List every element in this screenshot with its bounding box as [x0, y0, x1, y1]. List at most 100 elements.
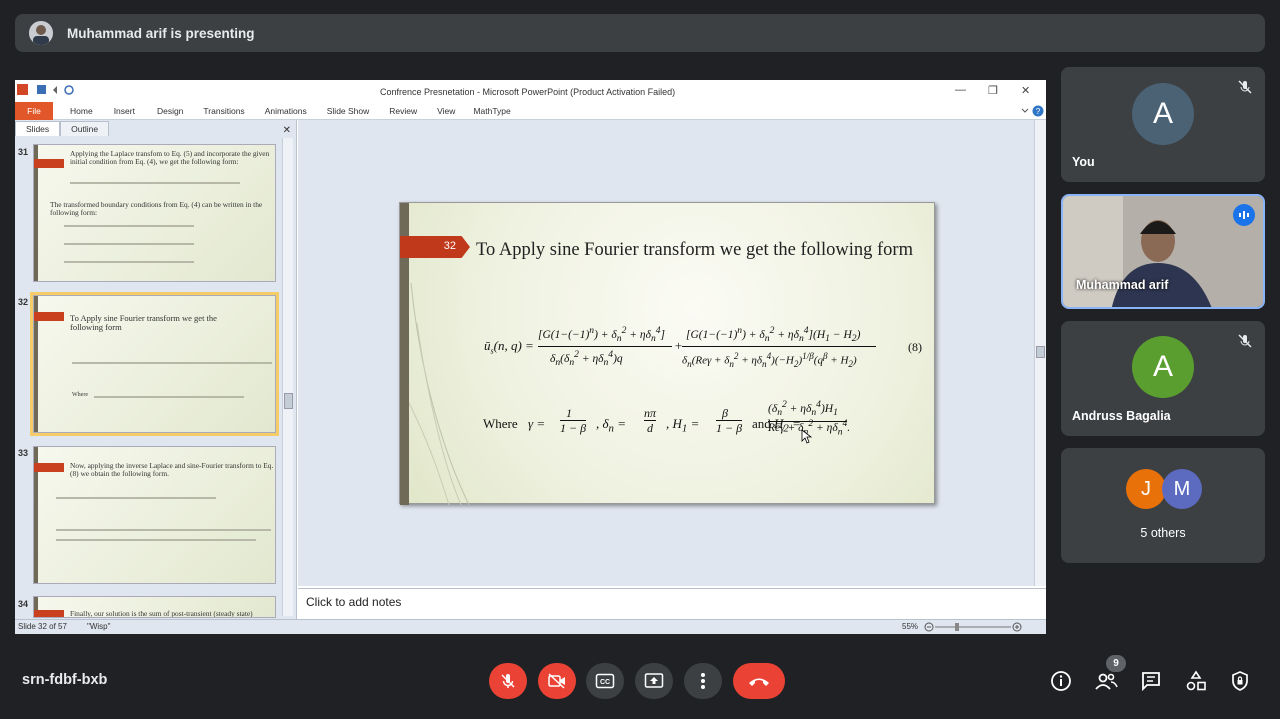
participant-tile-you[interactable]: A You [1061, 67, 1265, 182]
info-icon [1051, 671, 1071, 691]
chat-button[interactable] [1138, 668, 1164, 694]
help-icon[interactable]: ? [1020, 105, 1044, 117]
gamma-def: γ = [528, 416, 546, 431]
activities-icon [1186, 670, 1206, 691]
shield-lock-icon [1232, 671, 1248, 691]
host-controls-button[interactable] [1227, 668, 1253, 694]
meeting-details-button[interactable] [1048, 668, 1074, 694]
slide-thumbnail-33[interactable]: Now, applying the inverse Laplace and si… [33, 446, 276, 584]
shared-screen[interactable]: Confrence Presnetation - Microsoft Power… [15, 80, 1046, 634]
ppt-titlebar: Confrence Presnetation - Microsoft Power… [15, 80, 1046, 102]
slide-number: 32 [18, 297, 29, 307]
participant-tile-andruss[interactable]: A Andruss Bagalia [1061, 321, 1265, 436]
status-theme: "Wisp" [87, 622, 111, 631]
hang-up-icon [749, 678, 769, 686]
close-pane-icon[interactable]: ✕ [283, 125, 291, 136]
slide-decoration [409, 283, 470, 505]
thumb-text: Finally, our solution is the sum of post… [70, 609, 253, 618]
avatar: J [1126, 469, 1166, 509]
slide-thumbnail-31[interactable]: Applying the Laplace transfom to Eq. (5)… [33, 144, 276, 282]
tab-file[interactable]: File [15, 101, 53, 120]
close-icon[interactable]: ✕ [1021, 84, 1030, 97]
present-screen-icon [644, 673, 664, 688]
tab-view[interactable]: View [437, 106, 455, 116]
avatar: A [1132, 336, 1194, 398]
participant-name: Muhammad arif [1076, 278, 1169, 292]
thumb-text: Where [72, 392, 88, 398]
thumb-text: Applying the Laplace transfom to Eq. (5)… [70, 149, 270, 167]
equation-denominator-2: δn(Reγ + δn2 + ηδn4)(−H2)1/β(qβ + H2) [682, 351, 857, 369]
participant-tile-others[interactable]: J M 5 others [1061, 448, 1265, 563]
slide-title: To Apply sine Fourier transform we get t… [476, 240, 913, 260]
participant-tile-muhammad-arif[interactable]: Muhammad arif [1061, 194, 1265, 309]
minimize-icon[interactable]: — [955, 84, 966, 96]
avatar: A [1132, 83, 1194, 145]
equation-numerator-1: [G(1−(−1)n) + δn2 + ηδn4] [538, 325, 666, 345]
gamma-fraction: 11 − β [560, 406, 587, 435]
equation-lhs: ūs(n, q) = [484, 338, 534, 356]
captions-icon: CC [595, 673, 615, 689]
speaking-indicator-icon [1233, 204, 1255, 226]
editor-scrollbar[interactable] [1034, 120, 1046, 586]
camera-off-icon [548, 673, 565, 689]
captions-button[interactable]: CC [586, 663, 624, 699]
window-title: Confrence Presnetation - Microsoft Power… [380, 87, 676, 97]
tab-animations[interactable]: Animations [265, 106, 307, 116]
thumb-text: To Apply sine Fourier transform we get t… [70, 313, 217, 333]
people-count-badge: 9 [1106, 655, 1126, 672]
camera-toggle-button[interactable] [538, 663, 576, 699]
tab-insert[interactable]: Insert [114, 106, 135, 116]
status-bar: Slide 32 of 57 "Wisp" 55% [15, 619, 1046, 634]
tab-design[interactable]: Design [157, 106, 183, 116]
fraction-bar [682, 346, 876, 347]
quick-access-icon[interactable] [17, 84, 77, 96]
avatar: M [1162, 469, 1202, 509]
tab-slides[interactable]: Slides [15, 121, 61, 136]
tab-slide-show[interactable]: Slide Show [327, 106, 370, 116]
zoom-slider[interactable] [923, 622, 1023, 632]
equation-number: (8) [908, 340, 922, 354]
presenting-banner: Muhammad arif is presenting [15, 14, 1265, 52]
restore-icon[interactable]: ❐ [988, 84, 998, 97]
svg-text:?: ? [1036, 107, 1041, 116]
slide-number-flag: 32 [400, 236, 470, 258]
activities-button[interactable] [1183, 668, 1209, 694]
fraction-bar [538, 346, 672, 347]
notes-pane[interactable]: Click to add notes [298, 588, 1046, 618]
pane-scrollbar[interactable] [282, 138, 293, 616]
slide-number: 34 [18, 599, 29, 609]
meeting-code: srn-fdbf-bxb [22, 672, 108, 688]
svg-text:CC: CC [600, 679, 610, 686]
notes-placeholder: Click to add notes [306, 595, 402, 609]
tab-home[interactable]: Home [70, 106, 93, 116]
mic-off-icon [1238, 80, 1252, 94]
mic-off-icon [501, 674, 515, 688]
slide-number: 33 [18, 448, 29, 458]
tab-mathtype[interactable]: MathType [473, 106, 510, 116]
equation-denominator-1: δn(δn2 + ηδn4)q [550, 349, 623, 369]
slide-thumbnail-34[interactable]: Finally, our solution is the sum of post… [33, 596, 276, 618]
delta-def: , δn = [596, 416, 626, 435]
thumb-text: The transformed boundary conditions from… [50, 200, 263, 218]
slide-thumbnail-32[interactable]: To Apply sine Fourier transform we get t… [30, 292, 279, 436]
equation-numerator-2: [G(1−(−1)n) + δn2 + ηδn4](H1 − H2) [686, 325, 861, 345]
people-icon [1095, 673, 1118, 690]
thumb-text: Now, applying the inverse Laplace and si… [70, 461, 274, 479]
slide-number-label: 32 [443, 240, 456, 252]
presenter-avatar [29, 21, 53, 45]
tab-transitions[interactable]: Transitions [203, 106, 244, 116]
delta-fraction: nπ d [644, 406, 657, 435]
tab-outline[interactable]: Outline [60, 121, 110, 136]
leave-call-button[interactable] [733, 663, 785, 699]
more-vert-icon [701, 673, 705, 689]
more-options-button[interactable] [684, 663, 722, 699]
mic-off-icon [1238, 334, 1252, 348]
mic-toggle-button[interactable] [489, 663, 527, 699]
presenting-text: Muhammad arif is presenting [67, 25, 255, 41]
zoom-level: 55% [902, 622, 919, 631]
h1-def: , H1 = [666, 416, 700, 435]
present-button[interactable] [635, 663, 673, 699]
current-slide[interactable]: 32 To Apply sine Fourier transform we ge… [399, 202, 935, 505]
h1-fraction: β1 − β [716, 406, 743, 435]
tab-review[interactable]: Review [389, 106, 417, 116]
